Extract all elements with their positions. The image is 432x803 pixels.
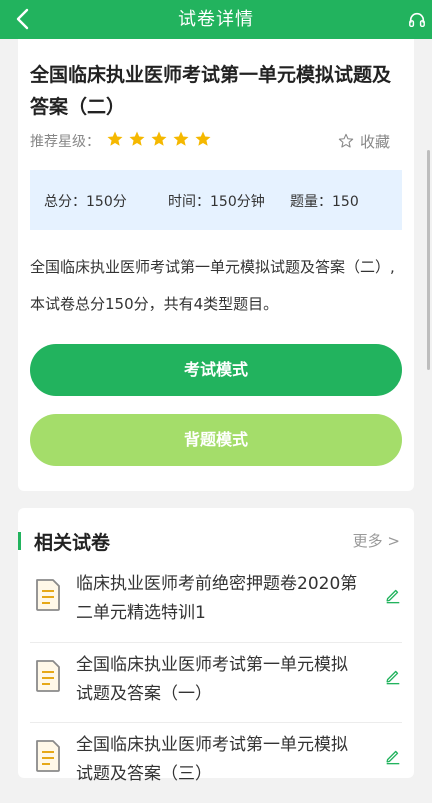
paper-name: 全国临床执业医师考试第一单元模拟试题及答案（一） [76, 655, 348, 704]
star-icon [151, 131, 167, 146]
star-icon [129, 131, 145, 146]
related-header: 相关试卷 更多 > [18, 528, 414, 556]
total-score: 总分：150分 [44, 194, 127, 210]
question-count: 题量：150 [290, 194, 359, 210]
page-title: 试卷详情 [178, 9, 254, 30]
edit-pencil-icon[interactable] [384, 747, 402, 765]
rating-row: 推荐星级： 收藏 [30, 129, 402, 153]
star-icon [173, 131, 189, 146]
exam-time: 时间：150分钟 [168, 194, 265, 210]
recite-mode-button[interactable]: 背题模式 [30, 414, 402, 466]
related-paper-item[interactable]: 临床执业医师考前绝密押题卷2020第二单元精选特训1 [30, 562, 402, 642]
section-title: 相关试卷 [34, 532, 111, 554]
exam-description: 全国临床执业医师考试第一单元模拟试题及答案（二）,本试卷总分150分，共有4类型… [30, 258, 395, 313]
edit-pencil-icon[interactable] [384, 667, 402, 685]
related-papers-card: 相关试卷 更多 > 临床执业医师考前绝密押题卷2020第二单元精选特训1 全国临… [18, 508, 414, 784]
rating-label: 推荐星级： [30, 134, 100, 150]
rating-stars [106, 130, 216, 150]
edit-pencil-icon[interactable] [384, 586, 402, 604]
favorite-button[interactable]: 收藏 [338, 131, 390, 152]
exam-info-box: 总分：150分 时间：150分钟 题量：150 [30, 170, 402, 230]
exam-detail-card: 全国临床执业医师考试第一单元模拟试题及答案（二） 推荐星级： 收藏 总分：150… [18, 39, 414, 491]
related-paper-item[interactable]: 全国临床执业医师考试第一单元模拟试题及答案（一） [30, 642, 402, 723]
paper-name: 临床执业医师考前绝密押题卷2020第二单元精选特训1 [76, 574, 358, 623]
star-icon [195, 131, 211, 146]
exam-title: 全国临床执业医师考试第一单元模拟试题及答案（二） [30, 64, 392, 118]
star-icon [107, 131, 123, 146]
top-bar: 试卷详情 [0, 0, 432, 39]
section-accent-bar [18, 532, 21, 550]
favorite-label: 收藏 [359, 133, 390, 151]
star-outline-icon [338, 133, 354, 148]
document-icon [36, 660, 60, 692]
more-link[interactable]: 更多 > [353, 530, 400, 551]
document-icon [36, 579, 60, 611]
related-paper-item[interactable]: 全国临床执业医师考试第一单元模拟试题及答案（三） [30, 722, 402, 803]
exam-mode-button[interactable]: 考试模式 [30, 344, 402, 396]
paper-name: 全国临床执业医师考试第一单元模拟试题及答案（三） [76, 735, 348, 784]
scrollbar[interactable] [427, 150, 430, 370]
headset-icon[interactable] [408, 11, 426, 29]
